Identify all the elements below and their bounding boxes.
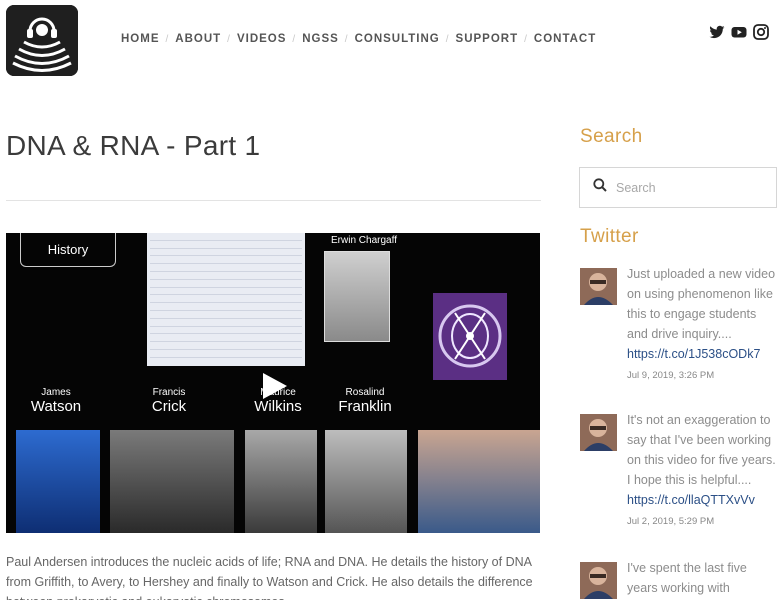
- social-links: [709, 24, 769, 40]
- nav-ngss[interactable]: NGSS: [302, 33, 339, 45]
- watson-portrait: [16, 430, 100, 533]
- twitter-icon[interactable]: [709, 24, 725, 40]
- scientist-last-name: Franklin: [338, 397, 392, 415]
- chargaff-portrait: [324, 251, 390, 342]
- scientist-label-crick: Francis Crick: [129, 387, 209, 415]
- video-player[interactable]: History Erwin Chargaff James Watson Fran…: [6, 233, 540, 533]
- search-icon: [593, 178, 607, 197]
- wilkins-portrait: [245, 430, 317, 533]
- video-history-label: History: [20, 233, 116, 267]
- tweet-text: I've spent the last five years working w…: [627, 561, 747, 595]
- nav-separator: /: [344, 33, 349, 45]
- scientist-first-name: Rosalind: [345, 387, 385, 398]
- nav-separator: /: [227, 33, 231, 45]
- twitter-widget-title: Twitter: [580, 226, 639, 247]
- nav-support[interactable]: SUPPORT: [456, 33, 519, 45]
- crick-portrait: [110, 430, 234, 533]
- search-box: [579, 167, 777, 208]
- main-nav: HOME / ABOUT / VIDEOS / NGSS / CONSULTIN…: [121, 33, 596, 45]
- nav-home[interactable]: HOME: [121, 33, 160, 45]
- tweet-text: It's not an exaggeration to say that I'v…: [627, 413, 776, 487]
- title-divider: [6, 200, 541, 201]
- headphones-logo-icon: [6, 5, 78, 76]
- nav-videos[interactable]: VIDEOS: [237, 33, 286, 45]
- search-input[interactable]: [616, 180, 766, 195]
- instagram-icon[interactable]: [753, 24, 769, 40]
- avatar[interactable]: [580, 414, 617, 451]
- scientist-first-name: Francis: [152, 387, 186, 398]
- video-chargaff-label: Erwin Chargaff: [331, 235, 397, 246]
- tweet-date[interactable]: Jul 2, 2019, 5:29 PM: [627, 512, 777, 532]
- nav-separator: /: [445, 33, 450, 45]
- scientist-label-franklin: Rosalind Franklin: [325, 387, 405, 415]
- nav-separator: /: [165, 33, 170, 45]
- tweet-text: Just uploaded a new video on using pheno…: [627, 267, 776, 341]
- play-icon[interactable]: [261, 371, 289, 401]
- nav-about[interactable]: ABOUT: [175, 33, 221, 45]
- video-data-table-image: [147, 233, 305, 366]
- nav-separator: /: [292, 33, 297, 45]
- scientist-last-name: Crick: [151, 397, 187, 415]
- xray-diffraction-image: [433, 293, 507, 380]
- scientist-first-name: James: [41, 387, 71, 398]
- tweet-date[interactable]: Jul 9, 2019, 3:26 PM: [627, 366, 777, 386]
- youtube-icon[interactable]: [731, 24, 747, 40]
- tweet-link[interactable]: https://t.co/llaQTTXvVv: [627, 490, 777, 510]
- scientist-last-name: Watson: [30, 397, 82, 415]
- search-widget-title: Search: [580, 126, 643, 147]
- nav-contact[interactable]: CONTACT: [534, 33, 596, 45]
- nav-separator: /: [524, 33, 528, 45]
- nav-consulting[interactable]: CONSULTING: [355, 33, 440, 45]
- page-title: DNA & RNA - Part 1: [6, 130, 261, 161]
- tweet-link[interactable]: https://t.co/1J538cODk7: [627, 344, 777, 364]
- avatar[interactable]: [580, 268, 617, 305]
- presenter-video-thumbnail: [418, 430, 540, 533]
- franklin-portrait: [325, 430, 407, 533]
- scientist-label-watson: James Watson: [16, 387, 96, 415]
- avatar[interactable]: [580, 562, 617, 599]
- video-summary: Paul Andersen introduces the nucleic aci…: [6, 555, 533, 600]
- site-logo[interactable]: [6, 5, 78, 76]
